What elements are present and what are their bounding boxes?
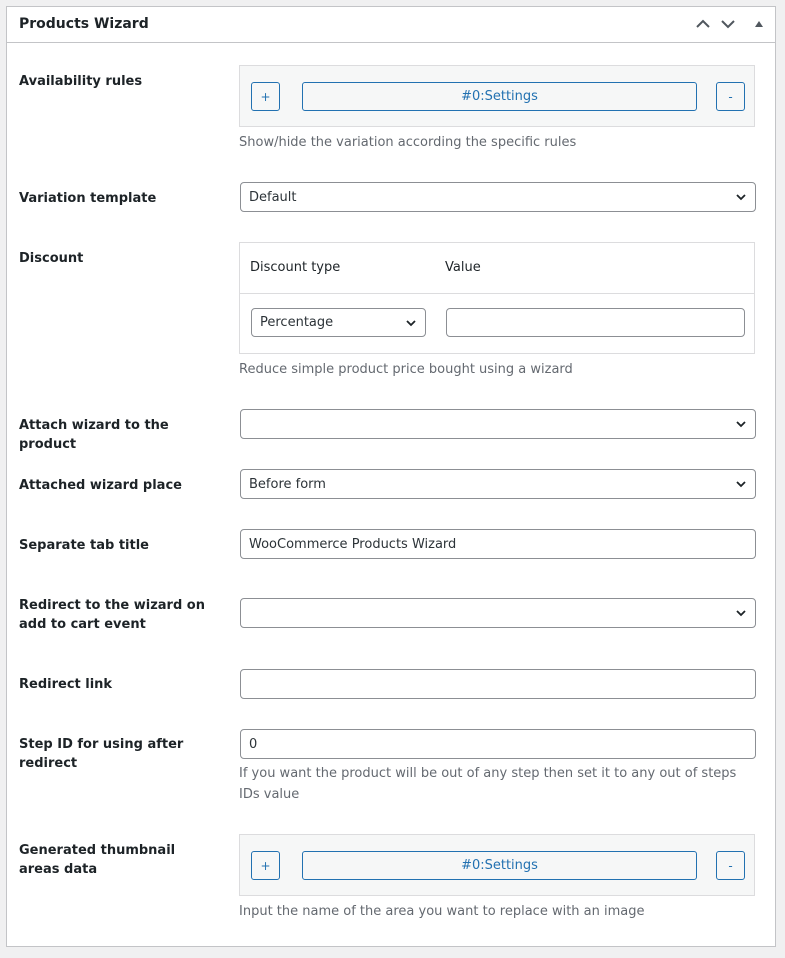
step-id-description: If you want the product will be out of a… xyxy=(239,766,737,802)
discount-type-column: Discount type xyxy=(250,260,341,275)
toggle-panel-button[interactable] xyxy=(748,13,770,35)
redirect-link-input[interactable] xyxy=(240,669,756,699)
chevron-down-icon xyxy=(736,481,746,488)
separate-tab-input[interactable]: WooCommerce Products Wizard xyxy=(240,529,756,559)
availability-rules-box: + #0:Settings - xyxy=(239,65,755,127)
discount-type-value: Percentage xyxy=(260,315,334,330)
chevron-down-icon xyxy=(736,610,746,617)
chevron-down-icon xyxy=(406,320,416,327)
triangle-up-icon xyxy=(755,21,763,27)
availability-description: Show/hide the variation according the sp… xyxy=(239,135,577,150)
availability-add-button[interactable]: + xyxy=(251,82,280,111)
move-up-button[interactable] xyxy=(692,13,714,35)
thumbnail-add-button[interactable]: + xyxy=(251,851,280,880)
chevron-up-icon xyxy=(696,19,710,28)
panel-title: Products Wizard xyxy=(19,16,149,32)
step-id-input[interactable]: 0 xyxy=(240,729,756,759)
chevron-down-icon xyxy=(736,421,746,428)
availability-settings-button[interactable]: #0:Settings xyxy=(302,82,697,111)
thumbnail-areas-box: + #0:Settings - xyxy=(239,834,755,896)
attach-wizard-label: Attach wizard to the product xyxy=(19,418,169,452)
variation-template-label: Variation template xyxy=(19,191,157,206)
discount-table-header: Discount type Value xyxy=(240,243,754,294)
discount-label: Discount xyxy=(19,251,84,266)
discount-value-column: Value xyxy=(445,260,481,275)
separate-tab-label: Separate tab title xyxy=(19,538,149,553)
discount-table: Discount type Value Percentage xyxy=(239,242,755,354)
redirect-link-label: Redirect link xyxy=(19,677,113,692)
products-wizard-panel: Products Wizard Availability rules + #0:… xyxy=(6,6,776,947)
attached-place-select[interactable]: Before form xyxy=(240,469,756,499)
attached-place-value: Before form xyxy=(249,476,326,492)
thumbnail-settings-button[interactable]: #0:Settings xyxy=(302,851,697,880)
thumbnail-areas-description: Input the name of the area you want to r… xyxy=(239,904,645,919)
discount-description: Reduce simple product price bought using… xyxy=(239,362,573,377)
availability-rules-label: Availability rules xyxy=(19,74,143,89)
chevron-down-icon xyxy=(721,20,735,29)
chevron-down-icon xyxy=(736,194,746,201)
attached-place-label: Attached wizard place xyxy=(19,478,182,493)
discount-type-select[interactable]: Percentage xyxy=(251,308,426,337)
variation-template-value: Default xyxy=(249,189,297,205)
move-down-button[interactable] xyxy=(717,13,739,35)
redirect-event-label: Redirect to the wizard on add to cart ev… xyxy=(19,598,205,632)
attach-wizard-select[interactable] xyxy=(240,409,756,439)
redirect-event-select[interactable] xyxy=(240,598,756,628)
availability-remove-button[interactable]: - xyxy=(716,82,745,111)
step-id-label: Step ID for using after redirect xyxy=(19,737,184,771)
thumbnail-areas-label: Generated thumbnail areas data xyxy=(19,843,176,877)
thumbnail-remove-button[interactable]: - xyxy=(716,851,745,880)
variation-template-select[interactable]: Default xyxy=(240,182,756,212)
discount-value-input[interactable] xyxy=(446,308,745,337)
panel-header: Products Wizard xyxy=(7,7,775,43)
